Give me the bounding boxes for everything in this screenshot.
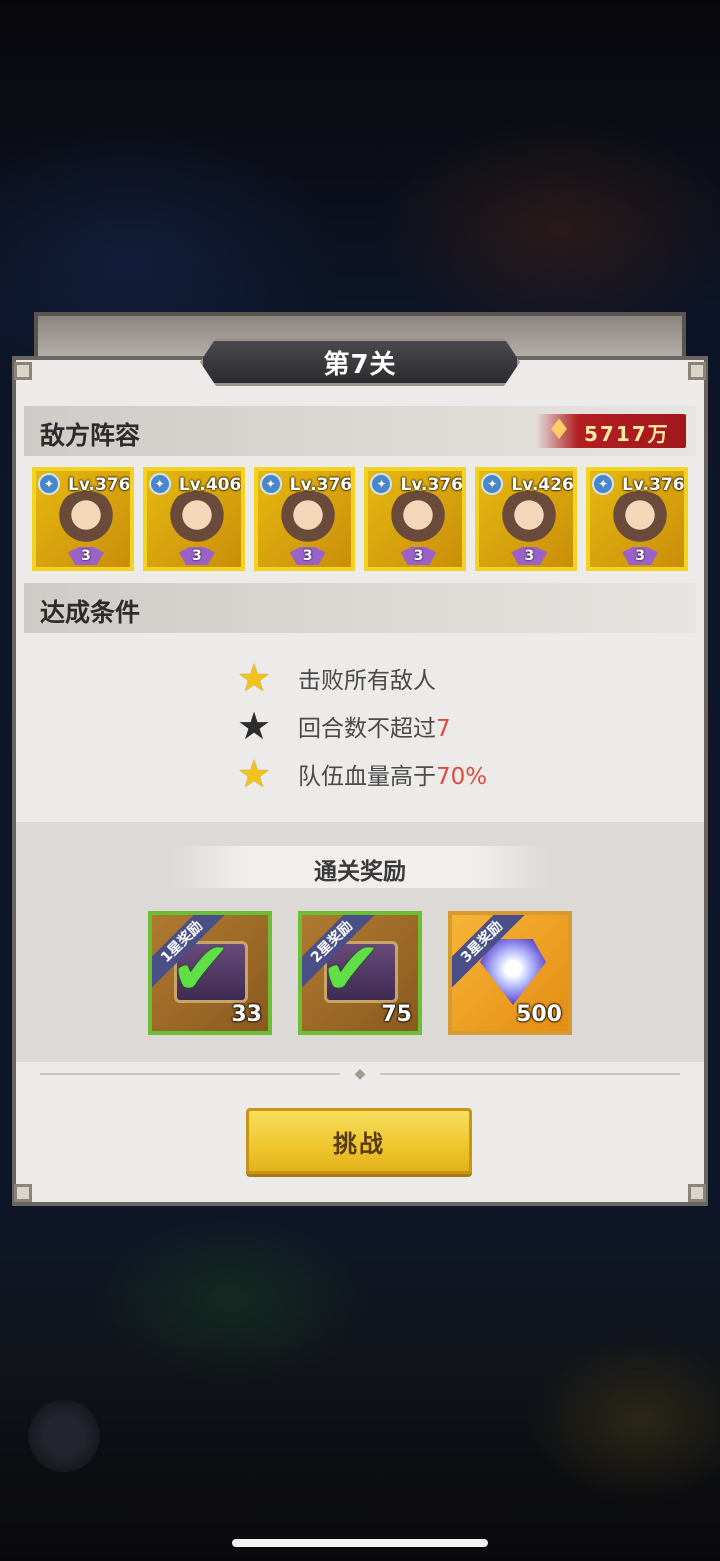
hero-level: Lv.406 <box>178 475 242 495</box>
divider-ornament-icon: ◆ <box>340 1066 380 1082</box>
enemy-power-badge: ♦ 5717万 <box>536 413 686 448</box>
hero-class-icon: ✦ <box>370 473 393 495</box>
hero-star-badge: 3 <box>289 547 326 565</box>
condition-item: ★ 击败所有敌人 <box>234 656 436 700</box>
rewards-title: 通关奖励 <box>314 859 406 885</box>
hero-portrait <box>497 491 562 551</box>
hero-star-badge: 3 <box>178 547 215 565</box>
enemy-hero-card[interactable]: ✦ Lv.406 3 <box>142 467 245 571</box>
condition-item: ★ 队伍血量高于70% <box>234 752 488 796</box>
star-achieved-icon: ★ <box>236 656 272 700</box>
star-unachieved-icon: ★ <box>236 704 272 748</box>
panel-corner-ornament <box>14 1184 32 1202</box>
hero-star-badge: 3 <box>68 547 104 565</box>
reward-count: 75 <box>381 1002 412 1027</box>
hero-level: Lv.376 <box>400 475 463 495</box>
hero-class-icon: ✦ <box>38 473 60 495</box>
conditions-header: 达成条件 <box>24 583 696 633</box>
panel-corner-ornament <box>14 362 32 380</box>
enemy-lineup-title: 敌方阵容 <box>40 421 141 450</box>
combat-power-icon: ♦ <box>546 413 572 446</box>
enemy-hero-card[interactable]: ✦ Lv.376 3 <box>32 467 134 571</box>
challenge-button[interactable]: 挑战 <box>246 1108 472 1174</box>
hero-level: Lv.376 <box>622 475 685 495</box>
conditions-title: 达成条件 <box>40 598 141 627</box>
hero-class-icon: ✦ <box>592 473 615 495</box>
enemy-hero-card[interactable]: ✦ Lv.376 3 <box>586 467 688 571</box>
rewards-header: 通关奖励 <box>170 846 550 888</box>
hero-level: Lv.426 <box>511 475 574 495</box>
conditions-list: ★ 击败所有敌人 ★ 回合数不超过7 ★ 队伍血量高于70% <box>24 632 696 822</box>
hero-class-icon: ✦ <box>148 473 171 495</box>
reward-count: 500 <box>516 1002 562 1027</box>
hero-class-icon: ✦ <box>481 473 504 495</box>
hero-level: Lv.376 <box>289 475 353 495</box>
condition-text: 队伍血量高于70% <box>298 764 488 790</box>
hero-star-badge: 3 <box>511 547 548 565</box>
hero-class-icon: ✦ <box>259 473 282 495</box>
stage-title-plate: 第7关 <box>200 338 520 386</box>
challenge-button-label: 挑战 <box>333 1129 385 1158</box>
enemy-lineup-header: 敌方阵容 ♦ 5717万 <box>24 406 696 456</box>
reward-count: 33 <box>231 1002 262 1027</box>
enemy-hero-card[interactable]: ✦ Lv.376 3 <box>364 467 467 571</box>
reward-slot-3[interactable]: 3星奖励 500 <box>448 911 572 1035</box>
hero-portrait <box>164 491 229 551</box>
background-menu-button <box>28 1400 100 1472</box>
hero-portrait <box>275 491 340 551</box>
home-indicator[interactable] <box>232 1539 488 1547</box>
enemy-hero-card[interactable]: ✦ Lv.376 3 <box>253 467 356 571</box>
hero-star-badge: 3 <box>400 547 437 565</box>
condition-item: ★ 回合数不超过7 <box>234 704 451 748</box>
enemy-hero-list: ✦ Lv.376 3 ✦ Lv.406 3 ✦ Lv.376 3 ✦ Lv.37… <box>32 467 688 571</box>
star-achieved-icon: ★ <box>236 752 272 796</box>
enemy-power-value: 5717万 <box>584 422 670 446</box>
enemy-hero-card[interactable]: ✦ Lv.426 3 <box>475 467 578 571</box>
hero-portrait <box>54 491 118 551</box>
hero-portrait <box>608 491 673 551</box>
condition-text: 回合数不超过7 <box>298 716 451 742</box>
reward-slot-1[interactable]: ✔ 1星奖励 33 <box>148 911 272 1035</box>
panel-corner-ornament <box>688 362 706 380</box>
panel-corner-ornament <box>688 1184 706 1202</box>
hero-portrait <box>386 491 451 551</box>
hero-star-badge: 3 <box>622 547 659 565</box>
stage-title: 第7关 <box>323 349 397 380</box>
reward-slot-2[interactable]: ✔ 2星奖励 75 <box>298 911 422 1035</box>
hero-level: Lv.376 <box>68 475 131 495</box>
condition-text: 击败所有敌人 <box>298 668 436 694</box>
